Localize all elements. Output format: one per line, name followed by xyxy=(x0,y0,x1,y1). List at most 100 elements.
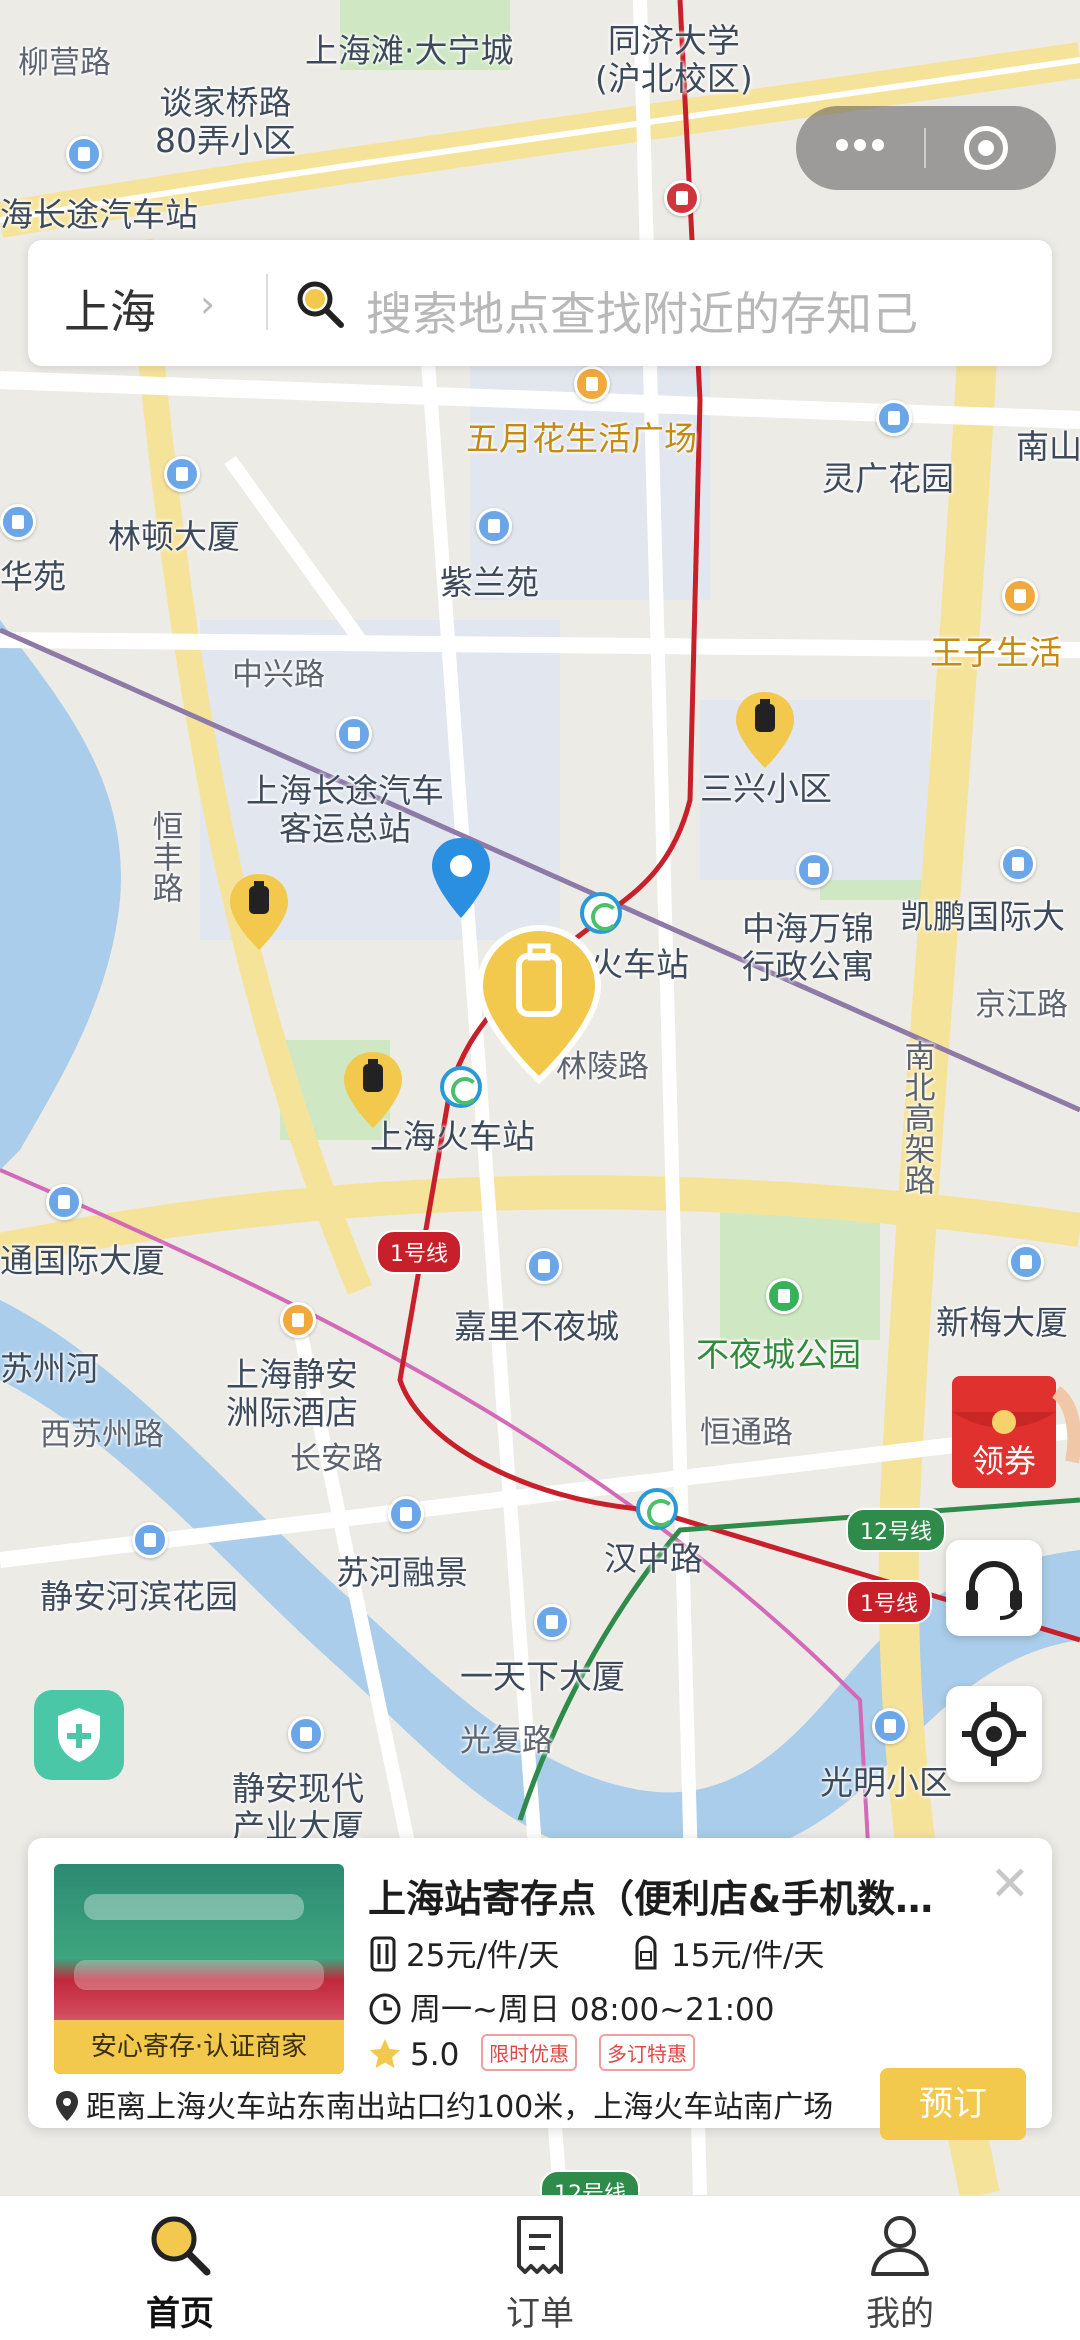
metro-station-icon[interactable] xyxy=(636,1488,678,1530)
metro-line-badge: 1号线 xyxy=(846,1580,932,1624)
suitcase-icon xyxy=(370,1936,396,1972)
map-label: 上海滩·大宁城 xyxy=(305,31,514,70)
chevron-right-icon[interactable]: › xyxy=(200,282,215,326)
rating-value: 5.0 xyxy=(410,2037,460,2073)
hotel-icon[interactable] xyxy=(280,1302,316,1338)
hours-row: 周一~周日 08:00~21:00 xyxy=(368,1984,774,2029)
bus-station-icon[interactable] xyxy=(66,136,102,172)
target-icon[interactable] xyxy=(964,126,1008,170)
metro-icon[interactable] xyxy=(664,180,700,216)
search-icon[interactable] xyxy=(294,278,346,330)
building-icon[interactable] xyxy=(526,1248,562,1284)
mini-program-capsule[interactable] xyxy=(796,106,1056,190)
map-label: 同济大学 (沪北校区) xyxy=(595,21,753,98)
tab-label: 订单 xyxy=(506,2294,574,2334)
map-label: 不夜城公园 xyxy=(696,1335,861,1374)
map-label: 上海长途汽车 客运总站 xyxy=(246,771,444,848)
map-label: 火车站 xyxy=(590,945,689,984)
security-shield-button[interactable] xyxy=(34,1690,124,1780)
location-pin-icon xyxy=(432,838,490,918)
building-icon[interactable] xyxy=(534,1604,570,1640)
promo-tag: 限时优惠 xyxy=(481,2034,578,2071)
residential-icon[interactable] xyxy=(872,1708,908,1744)
bus-station-icon[interactable] xyxy=(336,716,372,752)
locate-icon xyxy=(962,1702,1026,1766)
hotel-icon[interactable] xyxy=(796,852,832,888)
map-label: 林顿大厦 xyxy=(108,517,240,556)
map-label: 京江路 xyxy=(975,987,1068,1023)
building-icon[interactable] xyxy=(1008,1244,1044,1280)
map-label: 静安现代 产业大厦 xyxy=(232,1769,364,1846)
thumbnail-blur xyxy=(84,1894,304,1920)
close-icon[interactable]: ✕ xyxy=(990,1860,1030,1908)
map-label: 苏河融景 xyxy=(336,1553,468,1592)
search-bar[interactable]: 上海 › 搜索地点查找附近的存知己 xyxy=(28,240,1052,366)
map-label: 紫兰苑 xyxy=(440,563,539,602)
map-label: 西苏州路 xyxy=(40,1417,164,1453)
map-label: 凯鹏国际大 xyxy=(900,897,1065,936)
locate-me-button[interactable] xyxy=(946,1686,1042,1782)
map-label: 谈家桥路 80弄小区 xyxy=(155,83,296,160)
luggage-storage-pin[interactable] xyxy=(342,1050,404,1130)
map-label: 静安河滨花园 xyxy=(40,1577,238,1616)
mall-icon[interactable] xyxy=(574,366,610,402)
park-icon[interactable] xyxy=(766,1278,802,1314)
map-label: 五月花生活广场 xyxy=(466,419,697,458)
map-label: 光复路 xyxy=(460,1723,553,1759)
metro-line-badge: 12号线 xyxy=(540,2170,640,2195)
residential-icon[interactable] xyxy=(388,1496,424,1532)
map-label: 华苑 xyxy=(0,557,66,596)
map-label: 通国际大厦 xyxy=(0,1241,165,1280)
price-small: 15元/件/天 xyxy=(671,1938,825,1974)
map-label: 南北高架路 xyxy=(898,1040,935,1195)
luggage-storage-pin-selected[interactable] xyxy=(474,924,604,1084)
tab-label: 首页 xyxy=(146,2294,214,2334)
book-button[interactable]: 预订 xyxy=(880,2068,1026,2140)
home-search-icon xyxy=(151,2216,211,2276)
order-icon xyxy=(517,2216,563,2274)
residential-icon[interactable] xyxy=(876,400,912,436)
residential-icon[interactable] xyxy=(132,1522,168,1558)
tab-home[interactable]: 首页 xyxy=(100,2210,260,2335)
luggage-storage-pin[interactable] xyxy=(734,690,796,770)
luggage-storage-pin[interactable] xyxy=(228,872,290,952)
thumbnail-blur xyxy=(74,1960,324,1990)
customer-service-button[interactable] xyxy=(946,1540,1042,1636)
coupon-label: 领券 xyxy=(972,1442,1036,1480)
building-icon[interactable] xyxy=(288,1716,324,1752)
map-label: 新梅大厦 xyxy=(936,1303,1068,1342)
tab-profile[interactable]: 我的 xyxy=(820,2210,980,2335)
search-placeholder[interactable]: 搜索地点查找附近的存知己 xyxy=(366,278,918,344)
store-address: 距离上海火车站东南出站口约100米，上海火车站南广场 xyxy=(86,2090,834,2125)
shield-plus-icon xyxy=(58,1708,100,1762)
metro-line-badge: 1号线 xyxy=(376,1230,462,1274)
building-icon[interactable] xyxy=(1000,846,1036,882)
clock-icon xyxy=(369,1993,401,2025)
more-dots-icon[interactable] xyxy=(836,136,890,155)
tab-label: 我的 xyxy=(866,2294,934,2334)
map-label: 中兴路 xyxy=(232,657,325,693)
map-label: 中海万锦 行政公寓 xyxy=(742,909,874,986)
opening-hours: 周一~周日 08:00~21:00 xyxy=(410,1992,775,2028)
map-label: 南山 xyxy=(1016,427,1080,466)
coupon-button[interactable]: 领券 xyxy=(948,1372,1080,1498)
map-label: 恒通路 xyxy=(700,1415,793,1451)
tab-orders[interactable]: 订单 xyxy=(460,2210,620,2335)
map-label: 苏州河 xyxy=(0,1349,99,1388)
map-label: 汉中路 xyxy=(604,1539,703,1578)
store-thumbnail[interactable]: 安心寄存·认证商家 xyxy=(54,1864,344,2074)
mall-icon[interactable] xyxy=(1002,578,1038,614)
backpack-icon xyxy=(635,1935,657,1970)
map-label: 上海静安 洲际酒店 xyxy=(226,1355,358,1432)
building-icon[interactable] xyxy=(46,1184,82,1220)
building-icon[interactable] xyxy=(164,456,200,492)
map-label: 王子生活 xyxy=(930,633,1062,672)
price-row: 25元/件/天 15元/件/天 xyxy=(368,1930,824,1975)
store-card[interactable]: 安心寄存·认证商家 ✕ 上海站寄存点（便利店&手机数码维修） 25元/件/天 1… xyxy=(28,1838,1052,2140)
address-row: 距离上海火车站东南出站口约100米，上海火车站南广场 xyxy=(54,2082,854,2126)
user-icon xyxy=(871,2216,929,2276)
map-label: 恒丰路 xyxy=(146,810,183,903)
residential-icon[interactable] xyxy=(0,504,36,540)
city-selector[interactable]: 上海 xyxy=(64,276,156,342)
residential-icon[interactable] xyxy=(476,508,512,544)
